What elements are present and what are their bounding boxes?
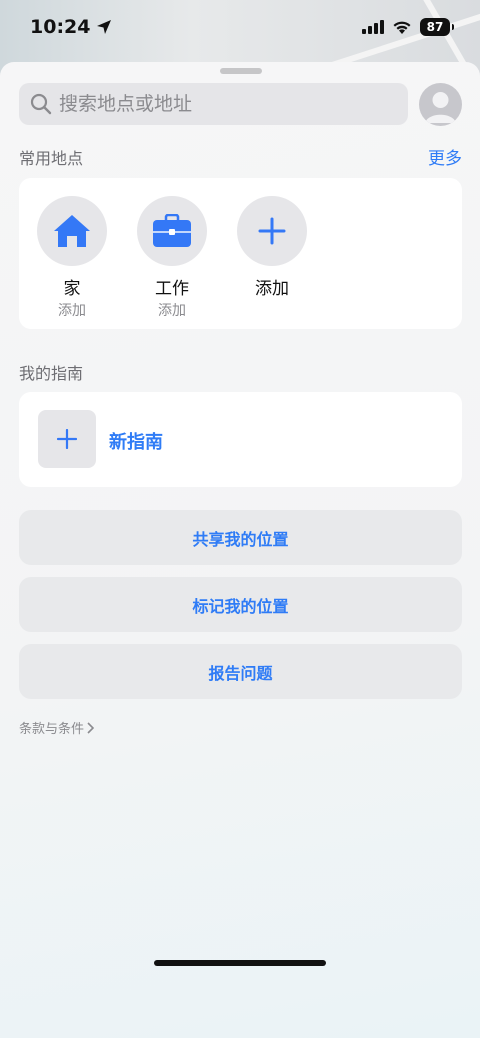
house-icon	[54, 215, 90, 247]
mark-location-button[interactable]: 标记我的位置	[19, 577, 462, 632]
wifi-icon	[393, 21, 411, 34]
new-guide-tile[interactable]	[38, 410, 96, 468]
search-row	[19, 82, 462, 126]
new-guide-button[interactable]: 新指南	[109, 428, 163, 454]
favorite-add-title: 添加	[255, 279, 289, 299]
cellular-signal-icon	[362, 20, 384, 34]
plus-icon	[258, 217, 286, 245]
briefcase-icon	[153, 214, 191, 247]
avatar[interactable]	[419, 82, 462, 126]
favorite-work-title: 工作	[155, 279, 189, 299]
search-icon	[30, 93, 52, 115]
favorites-card: 家 添加 工作 添加 添加	[19, 178, 462, 329]
favorite-home[interactable]: 家 添加	[36, 196, 108, 320]
terms-link[interactable]: 条款与条件	[19, 718, 95, 737]
battery-indicator: 87	[420, 18, 454, 36]
chevron-right-icon	[87, 721, 95, 734]
favorite-home-circle	[37, 196, 107, 266]
guides-card: 新指南	[19, 392, 462, 487]
bottom-sheet: 常用地点 更多 家 添加 工作 添加	[0, 62, 480, 1038]
favorite-home-title: 家	[63, 279, 81, 299]
search-bar[interactable]	[19, 83, 408, 125]
favorite-add[interactable]: 添加	[236, 196, 308, 299]
favorite-home-subtitle: 添加	[58, 303, 86, 319]
guides-header: 我的指南	[19, 364, 84, 383]
favorite-work-subtitle: 添加	[158, 303, 186, 319]
person-icon	[425, 91, 456, 123]
favorites-more-link[interactable]: 更多	[428, 144, 462, 169]
status-bar: 10:24 87	[0, 0, 480, 54]
favorite-work[interactable]: 工作 添加	[136, 196, 208, 320]
location-arrow-icon	[97, 20, 112, 34]
report-issue-button[interactable]: 报告问题	[19, 644, 462, 699]
sheet-grabber[interactable]	[220, 68, 262, 74]
share-location-button[interactable]: 共享我的位置	[19, 510, 462, 565]
search-input[interactable]	[59, 93, 389, 115]
favorite-work-circle	[137, 196, 207, 266]
plus-icon	[57, 429, 77, 449]
status-time: 10:24	[30, 16, 112, 38]
home-indicator[interactable]	[154, 960, 326, 966]
favorite-add-circle	[237, 196, 307, 266]
favorites-header: 常用地点 更多	[19, 144, 462, 170]
